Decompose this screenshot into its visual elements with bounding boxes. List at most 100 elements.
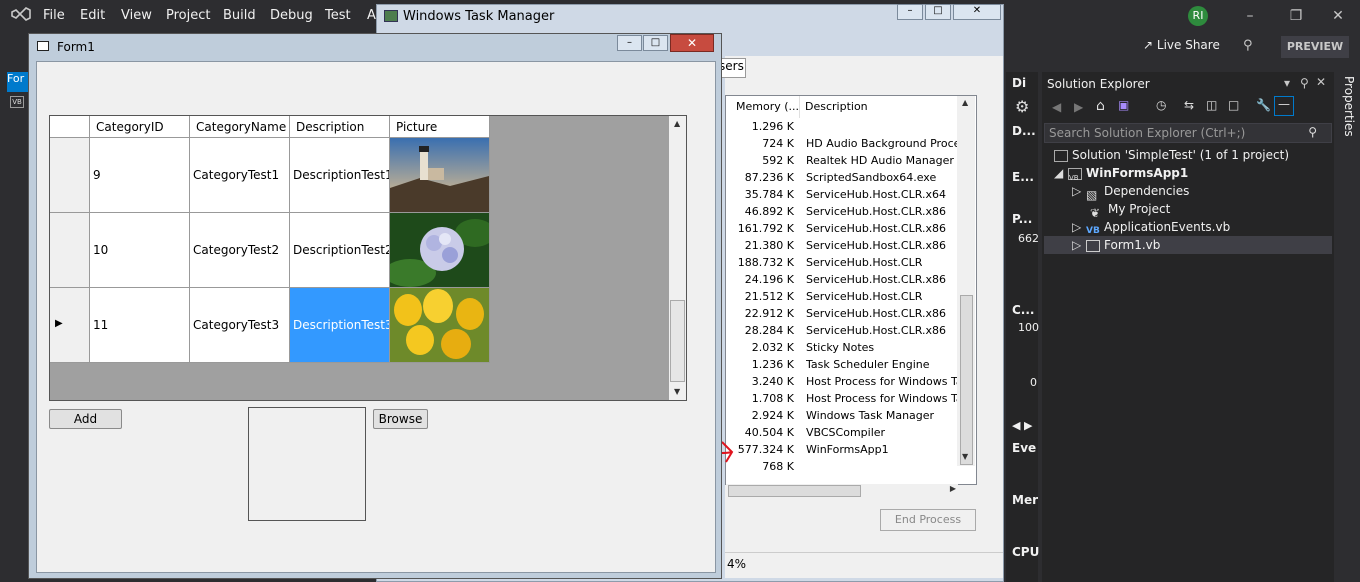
scrollbar-thumb[interactable] — [960, 295, 973, 465]
process-row[interactable]: 35.784 K ServiceHub.Host.CLR.x64 — [726, 186, 976, 203]
wrench-icon[interactable]: 🔧 — [1256, 98, 1271, 112]
sync-icon[interactable]: ⇆ — [1184, 98, 1194, 112]
menu-edit[interactable]: Edit — [80, 8, 105, 23]
menu-view[interactable]: View — [121, 8, 152, 23]
category-grid[interactable]: CategoryID CategoryName Description Pict… — [49, 115, 687, 401]
pin-icon[interactable]: ⚲ — [1300, 76, 1309, 90]
column-header-memory[interactable]: Memory (... — [726, 96, 800, 118]
restore-icon[interactable]: ❐ — [1276, 4, 1316, 28]
process-row[interactable]: 1.236 K Task Scheduler Engine — [726, 356, 976, 373]
cell-category-name[interactable]: CategoryTest1 — [190, 138, 290, 213]
process-row[interactable]: 2.924 K Windows Task Manager — [726, 407, 976, 424]
menu-project[interactable]: Project — [166, 8, 210, 23]
process-row[interactable]: 28.284 K ServiceHub.Host.CLR.x86 — [726, 322, 976, 339]
process-row[interactable]: 577.324 K WinFormsApp1 — [726, 441, 976, 458]
column-header-categoryname[interactable]: CategoryName — [190, 116, 290, 138]
process-row[interactable]: 22.912 K ServiceHub.Host.CLR.x86 — [726, 305, 976, 322]
tree-item-project[interactable]: ◢ VB WinFormsApp1 — [1044, 164, 1332, 182]
horizontal-scrollbar[interactable]: ▶ — [726, 484, 958, 498]
cell-category-id[interactable]: 9 — [90, 138, 190, 213]
menu-build[interactable]: Build — [223, 8, 256, 23]
cell-description-selected[interactable]: DescriptionTest3 — [290, 288, 390, 363]
column-header-categoryid[interactable]: CategoryID — [90, 116, 190, 138]
show-all-files-icon[interactable]: □ — [1228, 98, 1239, 112]
preview-selected-icon[interactable]: — — [1274, 96, 1294, 116]
maximize-icon[interactable]: □ — [643, 35, 668, 51]
process-row[interactable]: 40.504 K VBCSCompiler — [726, 424, 976, 441]
close-icon[interactable]: ✕ — [1316, 75, 1326, 89]
scroll-arrows-icon[interactable]: ◀ ▶ — [1012, 419, 1032, 432]
scroll-up-icon[interactable]: ▲ — [962, 98, 968, 107]
close-icon[interactable]: ✕ — [953, 4, 1001, 20]
end-process-button[interactable]: End Process — [880, 509, 976, 531]
scroll-up-icon[interactable]: ▲ — [674, 119, 680, 128]
tree-item-my-project[interactable]: ❦ My Project — [1044, 200, 1332, 220]
avatar[interactable]: RI — [1188, 6, 1208, 26]
process-row[interactable]: 24.196 K ServiceHub.Host.CLR.x86 — [726, 271, 976, 288]
process-row[interactable]: 1.708 K Host Process for Windows Tasks — [726, 390, 976, 407]
properties-tab[interactable]: Properties — [1338, 76, 1356, 176]
back-icon[interactable]: ◀ — [1052, 100, 1061, 114]
scrollbar-thumb[interactable] — [728, 485, 861, 497]
row-header[interactable] — [50, 138, 90, 213]
tree-item-dependencies[interactable]: ▷ ▧ Dependencies — [1044, 182, 1332, 202]
tree-item-form1[interactable]: ▷ Form1.vb — [1044, 236, 1332, 254]
forward-icon[interactable]: ▶ — [1074, 100, 1083, 114]
feedback-icon[interactable]: ⚲ — [1243, 38, 1261, 56]
collapse-all-icon[interactable]: ◫ — [1206, 98, 1217, 112]
process-row[interactable]: 21.512 K ServiceHub.Host.CLR — [726, 288, 976, 305]
add-button[interactable]: Add — [49, 409, 122, 429]
tree-item-application-events[interactable]: ▷ VB ApplicationEvents.vb — [1044, 218, 1332, 236]
browse-button[interactable]: Browse — [373, 409, 428, 429]
process-row[interactable]: 46.892 K ServiceHub.Host.CLR.x86 — [726, 203, 976, 220]
process-row[interactable]: 1.296 K — [726, 118, 976, 135]
pending-changes-icon[interactable]: ◷ — [1156, 98, 1166, 112]
home-icon[interactable]: ⌂ — [1096, 98, 1105, 114]
cell-description[interactable]: DescriptionTest1 — [290, 138, 390, 213]
minimize-icon[interactable]: – — [617, 35, 642, 51]
row-header[interactable] — [50, 213, 90, 288]
process-row[interactable]: 188.732 K ServiceHub.Host.CLR — [726, 254, 976, 271]
dropdown-icon[interactable]: ▾ — [1284, 76, 1290, 90]
column-header-picture[interactable]: Picture — [390, 116, 490, 138]
process-row[interactable]: 21.380 K ServiceHub.Host.CLR.x86 — [726, 237, 976, 254]
menu-file[interactable]: File — [43, 8, 65, 23]
column-header-description[interactable]: Description — [290, 116, 390, 138]
close-icon[interactable]: ✕ — [670, 34, 714, 52]
row-header[interactable]: ▶ — [50, 288, 90, 363]
process-row[interactable]: 592 K Realtek HD Audio Manager — [726, 152, 976, 169]
cell-picture[interactable] — [390, 213, 490, 288]
solution-search-input[interactable]: Search Solution Explorer (Ctrl+;) ⚲ — [1044, 123, 1332, 143]
cell-category-name[interactable]: CategoryTest2 — [190, 213, 290, 288]
scroll-down-icon[interactable]: ▼ — [674, 387, 680, 396]
process-row[interactable]: 724 K HD Audio Background Process — [726, 135, 976, 152]
gear-icon[interactable]: ⚙ — [1015, 97, 1029, 116]
scroll-right-icon[interactable]: ▶ — [950, 484, 956, 493]
menu-debug[interactable]: Debug — [270, 8, 313, 23]
process-row[interactable]: 2.032 K Sticky Notes — [726, 339, 976, 356]
cell-category-id[interactable]: 11 — [90, 288, 190, 363]
scrollbar-thumb[interactable] — [670, 300, 685, 382]
maximize-icon[interactable]: □ — [925, 4, 951, 20]
menu-analyze[interactable]: A — [367, 8, 376, 23]
switch-views-icon[interactable]: ▣ — [1118, 98, 1129, 112]
process-list[interactable]: Memory (... Description 1.296 K 724 K HD A… — [725, 95, 977, 485]
minimize-icon[interactable]: – — [897, 4, 923, 20]
live-share-button[interactable]: ↗ Live Share — [1143, 38, 1233, 58]
cell-description[interactable]: DescriptionTest2 — [290, 213, 390, 288]
process-row[interactable]: 87.236 K ScriptedSandbox64.exe — [726, 169, 976, 186]
cell-category-name[interactable]: CategoryTest3 — [190, 288, 290, 363]
preview-button[interactable]: PREVIEW — [1281, 36, 1349, 58]
tab-form1-designer[interactable]: For — [7, 72, 29, 92]
tree-item-solution[interactable]: Solution 'SimpleTest' (1 of 1 project) — [1044, 146, 1332, 164]
cell-picture[interactable] — [390, 288, 490, 363]
process-row[interactable]: 768 K — [726, 458, 976, 475]
column-header-description[interactable]: Description — [801, 96, 976, 118]
minimize-icon[interactable]: – — [1230, 4, 1270, 28]
scroll-down-icon[interactable]: ▼ — [962, 452, 968, 461]
process-row[interactable]: 161.792 K ServiceHub.Host.CLR.x86 — [726, 220, 976, 237]
close-icon[interactable]: ✕ — [1318, 4, 1358, 28]
process-row[interactable]: 3.240 K Host Process for Windows Tasks — [726, 373, 976, 390]
cell-picture[interactable] — [390, 138, 490, 213]
cell-category-id[interactable]: 10 — [90, 213, 190, 288]
